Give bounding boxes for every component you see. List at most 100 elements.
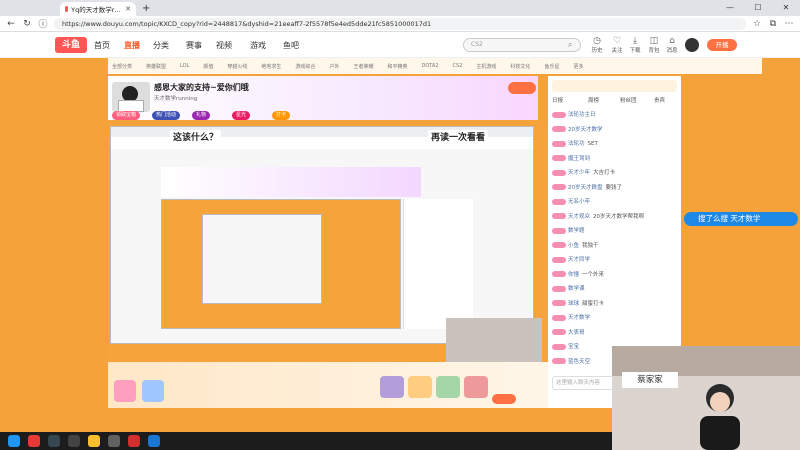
chat-message[interactable]: 法轮功主日	[552, 110, 677, 120]
category-item[interactable]: 英雄联盟	[146, 63, 166, 70]
history-button[interactable]: ◷ 历史	[588, 36, 606, 54]
nav-games[interactable]: 游戏	[250, 40, 266, 51]
chat-message[interactable]: 天才数学	[552, 313, 677, 323]
chat-message[interactable]: 20岁天才数学	[552, 125, 677, 135]
gift-icon[interactable]	[408, 376, 432, 398]
extensions-icon[interactable]: ⧉	[768, 19, 778, 29]
category-item[interactable]: 更多	[573, 63, 583, 70]
close-window-button[interactable]: ✕	[772, 0, 800, 16]
obs-icon[interactable]	[68, 435, 80, 447]
category-item[interactable]: 户外	[329, 63, 339, 70]
chat-username[interactable]: 宝宝	[568, 344, 579, 350]
gift-icon[interactable]	[436, 376, 460, 398]
room-pill-1[interactable]: 热门活动	[152, 111, 181, 120]
tab-vip[interactable]: 贵宾	[654, 96, 665, 106]
reload-icon[interactable]: ↻	[22, 19, 32, 29]
chat-username[interactable]: 天才同学	[568, 257, 590, 263]
open-live-button[interactable]: 开播	[707, 39, 737, 51]
room-pill-2[interactable]: 礼物	[192, 111, 211, 120]
tab-fans[interactable]: 粉丝团	[620, 96, 637, 106]
back-icon[interactable]: ←	[6, 19, 16, 29]
chat-username[interactable]: 法轮功	[568, 141, 585, 147]
windows-icon[interactable]	[8, 435, 20, 447]
category-item[interactable]: 鱼乐星	[544, 63, 559, 70]
user-avatar[interactable]	[685, 38, 699, 52]
follow-button[interactable]: ♡ 关注	[608, 36, 626, 54]
room-pill-3[interactable]: 星光	[232, 111, 251, 120]
category-item[interactable]: DOTA2	[421, 63, 438, 69]
chat-username[interactable]: 大表哥	[568, 330, 585, 336]
tab-daily[interactable]: 日报	[552, 96, 563, 106]
messages-button[interactable]: ⌂ 消息	[663, 36, 681, 54]
site-search-input[interactable]: CS2	[463, 38, 581, 52]
site-info-icon[interactable]: ⓘ	[38, 17, 48, 30]
chat-message[interactable]: 数学课	[552, 284, 677, 294]
gift-icon[interactable]	[464, 376, 488, 398]
gift-icon[interactable]	[380, 376, 404, 398]
follow-room-button[interactable]	[508, 82, 536, 94]
chat-message[interactable]: 20岁天才跌盘 要钱了	[552, 183, 677, 193]
category-item[interactable]: 穿越火线	[227, 63, 247, 70]
category-item[interactable]: 主机游戏	[476, 63, 496, 70]
chat-username[interactable]: 数学题	[568, 228, 585, 234]
video-player[interactable]: 这该什么？ 再读一次看看	[108, 122, 548, 362]
chat-username[interactable]: 天才观众	[568, 214, 590, 220]
streamer-avatar[interactable]	[112, 82, 150, 112]
chat-message[interactable]: 你懂 一个外来	[552, 270, 677, 280]
category-item[interactable]: 全部分类	[112, 63, 132, 70]
download-button[interactable]: ⤓ 下载	[626, 36, 644, 54]
nav-live[interactable]: 直播	[124, 40, 140, 51]
tab-weekly[interactable]: 周榜	[588, 96, 599, 106]
new-tab-button[interactable]: +	[142, 3, 150, 14]
minimize-button[interactable]: —	[716, 0, 744, 16]
nav-fishbar[interactable]: 鱼吧	[283, 40, 299, 51]
room-pill-0[interactable]: 领取宝箱	[112, 111, 141, 120]
app-icon[interactable]	[108, 435, 120, 447]
rank-banner[interactable]	[552, 80, 677, 92]
settings-icon[interactable]	[148, 435, 160, 447]
chat-username[interactable]: 小鱼	[568, 243, 579, 249]
netease-icon[interactable]	[128, 435, 140, 447]
chat-username[interactable]: 天才少年	[568, 170, 590, 176]
browser-icon[interactable]	[28, 435, 40, 447]
star-icon[interactable]: ☆	[752, 19, 762, 29]
category-item[interactable]: 王者荣耀	[353, 63, 373, 70]
chat-username[interactable]: 数学课	[568, 286, 585, 292]
category-item[interactable]: 颜值	[203, 63, 213, 70]
chat-username[interactable]: 球球	[568, 301, 579, 307]
chat-message[interactable]: 天才观众 20岁天才数学帮我啊	[552, 212, 677, 222]
room-pill-4[interactable]: 打卡	[272, 111, 291, 120]
chat-message[interactable]: 球球 甜蜜打卡	[552, 299, 677, 309]
chat-message[interactable]: 大表哥	[552, 328, 677, 338]
chat-username[interactable]: 法轮功主日	[568, 112, 596, 118]
bag-button[interactable]: ◫ 背包	[645, 36, 663, 54]
chat-username[interactable]: 天才数学	[568, 315, 590, 321]
nav-video[interactable]: 视频	[216, 40, 232, 51]
chat-message[interactable]: 法轮功 SET	[552, 139, 677, 149]
category-item[interactable]: 和平精英	[387, 63, 407, 70]
nav-category[interactable]: 分类	[153, 40, 169, 51]
chat-message[interactable]: 天才少年 大吉打卡	[552, 168, 677, 178]
chat-message[interactable]: 天才同学	[552, 255, 677, 265]
url-field[interactable]: https://www.douyu.com/topic/KXCD_copy?ri…	[54, 17, 746, 30]
chat-message[interactable]: 魔王驾到	[552, 154, 677, 164]
chat-username[interactable]: 蓝色天空	[568, 359, 590, 365]
chat-message[interactable]: 数学题	[552, 226, 677, 236]
category-item[interactable]: 科技文化	[510, 63, 530, 70]
chat-username[interactable]: 魔王驾到	[568, 156, 590, 162]
recharge-button[interactable]	[492, 394, 516, 404]
category-item[interactable]: 绝地求生	[261, 63, 281, 70]
browser-tab-active[interactable]: Yq的天才数学running直播 - 斗鱼 ✕	[60, 2, 136, 16]
nav-events[interactable]: 赛事	[186, 40, 202, 51]
steam-icon[interactable]	[48, 435, 60, 447]
chat-username[interactable]: 20岁天才数学	[568, 127, 603, 133]
chat-username[interactable]: 无名小卒	[568, 199, 590, 205]
category-item[interactable]: LOL	[180, 63, 189, 69]
category-item[interactable]: CS2	[453, 63, 463, 69]
douyu-logo[interactable]: 斗鱼	[55, 37, 87, 53]
search-icon[interactable]: ⌕	[568, 40, 572, 50]
menu-icon[interactable]: ⋯	[784, 19, 794, 29]
gift-icon[interactable]	[114, 380, 136, 402]
chat-message[interactable]: 无名小卒	[552, 197, 677, 207]
chat-message[interactable]: 小鱼 我独干	[552, 241, 677, 251]
